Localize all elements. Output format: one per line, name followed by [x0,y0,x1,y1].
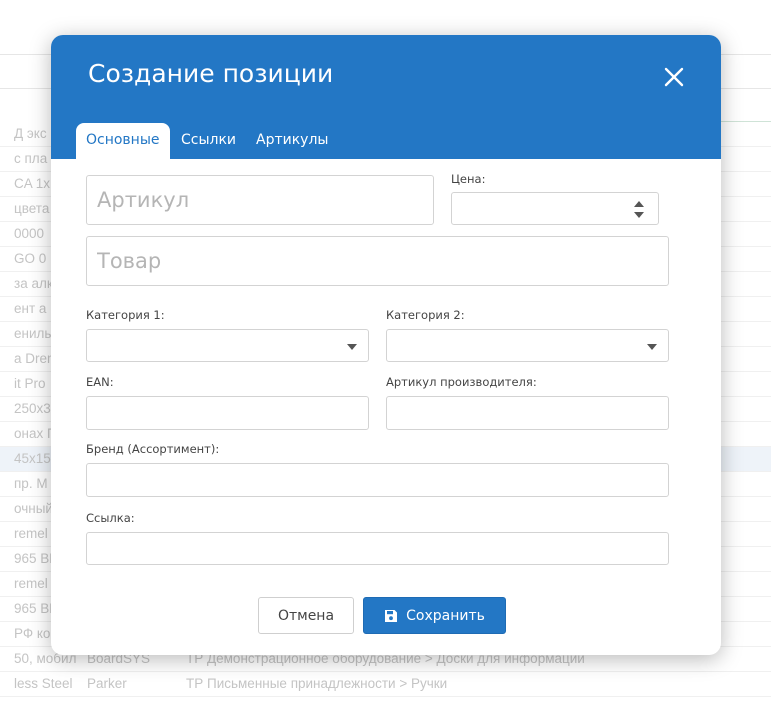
spinner-arrows-icon[interactable] [634,201,644,219]
table-row: less Steel Parker ТР Письменные принадлежн… [0,672,771,697]
brand-input[interactable] [86,463,669,497]
ean-label: EAN: [86,375,114,389]
create-item-modal: Создание позиции Основные Ссылки Артикул… [51,35,721,655]
save-button[interactable]: Сохранить [363,597,506,634]
table-cell: CA 1х [14,176,51,191]
table-cell: ент а [14,301,47,316]
table-cell: пр. М [14,476,48,491]
category2-label: Категория 2: [386,308,465,322]
close-button[interactable] [662,65,686,89]
chevron-down-icon [647,344,657,350]
table-cell: GO 0 [14,251,47,266]
cancel-button[interactable]: Отмена [258,597,354,634]
manufacturer-article-label: Артикул производителя: [386,375,537,389]
price-label: Цена: [451,172,486,186]
link-label: Ссылка: [86,511,135,525]
price-input[interactable] [451,192,659,225]
table-cell: remel [14,576,48,591]
link-input[interactable] [86,532,669,565]
tab-articles[interactable]: Артикулы [246,123,338,159]
table-cell: ТР Письменные принадлежности > Ручки [186,676,448,691]
table-cell: 45х15 [14,451,51,466]
table-cell: Д экс [14,126,47,141]
table-cell: ениль [14,326,52,341]
table-cell: 250х3 [14,401,51,416]
ean-input[interactable] [86,396,369,430]
table-cell: it Pro [14,376,46,391]
manufacturer-article-input[interactable] [386,396,669,430]
cancel-button-label: Отмена [277,607,335,624]
modal-title: Создание позиции [88,59,334,88]
modal-header: Создание позиции Основные Ссылки Артикул… [51,35,721,159]
category2-select[interactable] [386,329,669,362]
save-button-label: Сохранить [406,607,485,624]
table-cell: less Steel [14,676,73,691]
product-input[interactable] [86,236,669,286]
table-cell: очный [14,501,53,516]
tab-links[interactable]: Ссылки [171,123,246,159]
table-cell: 0000 [14,226,45,241]
close-icon [664,67,684,87]
table-cell: РФ ко [14,626,51,641]
table-cell: цвета [14,201,50,216]
category1-select[interactable] [86,329,369,362]
table-cell: онах Г [14,426,55,441]
tab-main[interactable]: Основные [76,123,170,159]
save-icon [385,609,398,622]
chevron-down-icon [347,344,357,350]
table-cell: Parker [87,676,127,691]
table-cell: с пла [14,151,48,166]
table-cell: за алк [14,276,53,291]
article-input[interactable] [86,175,434,225]
category1-label: Категория 1: [86,308,165,322]
table-cell: remel [14,526,48,541]
brand-label: Бренд (Ассортимент): [86,442,220,456]
